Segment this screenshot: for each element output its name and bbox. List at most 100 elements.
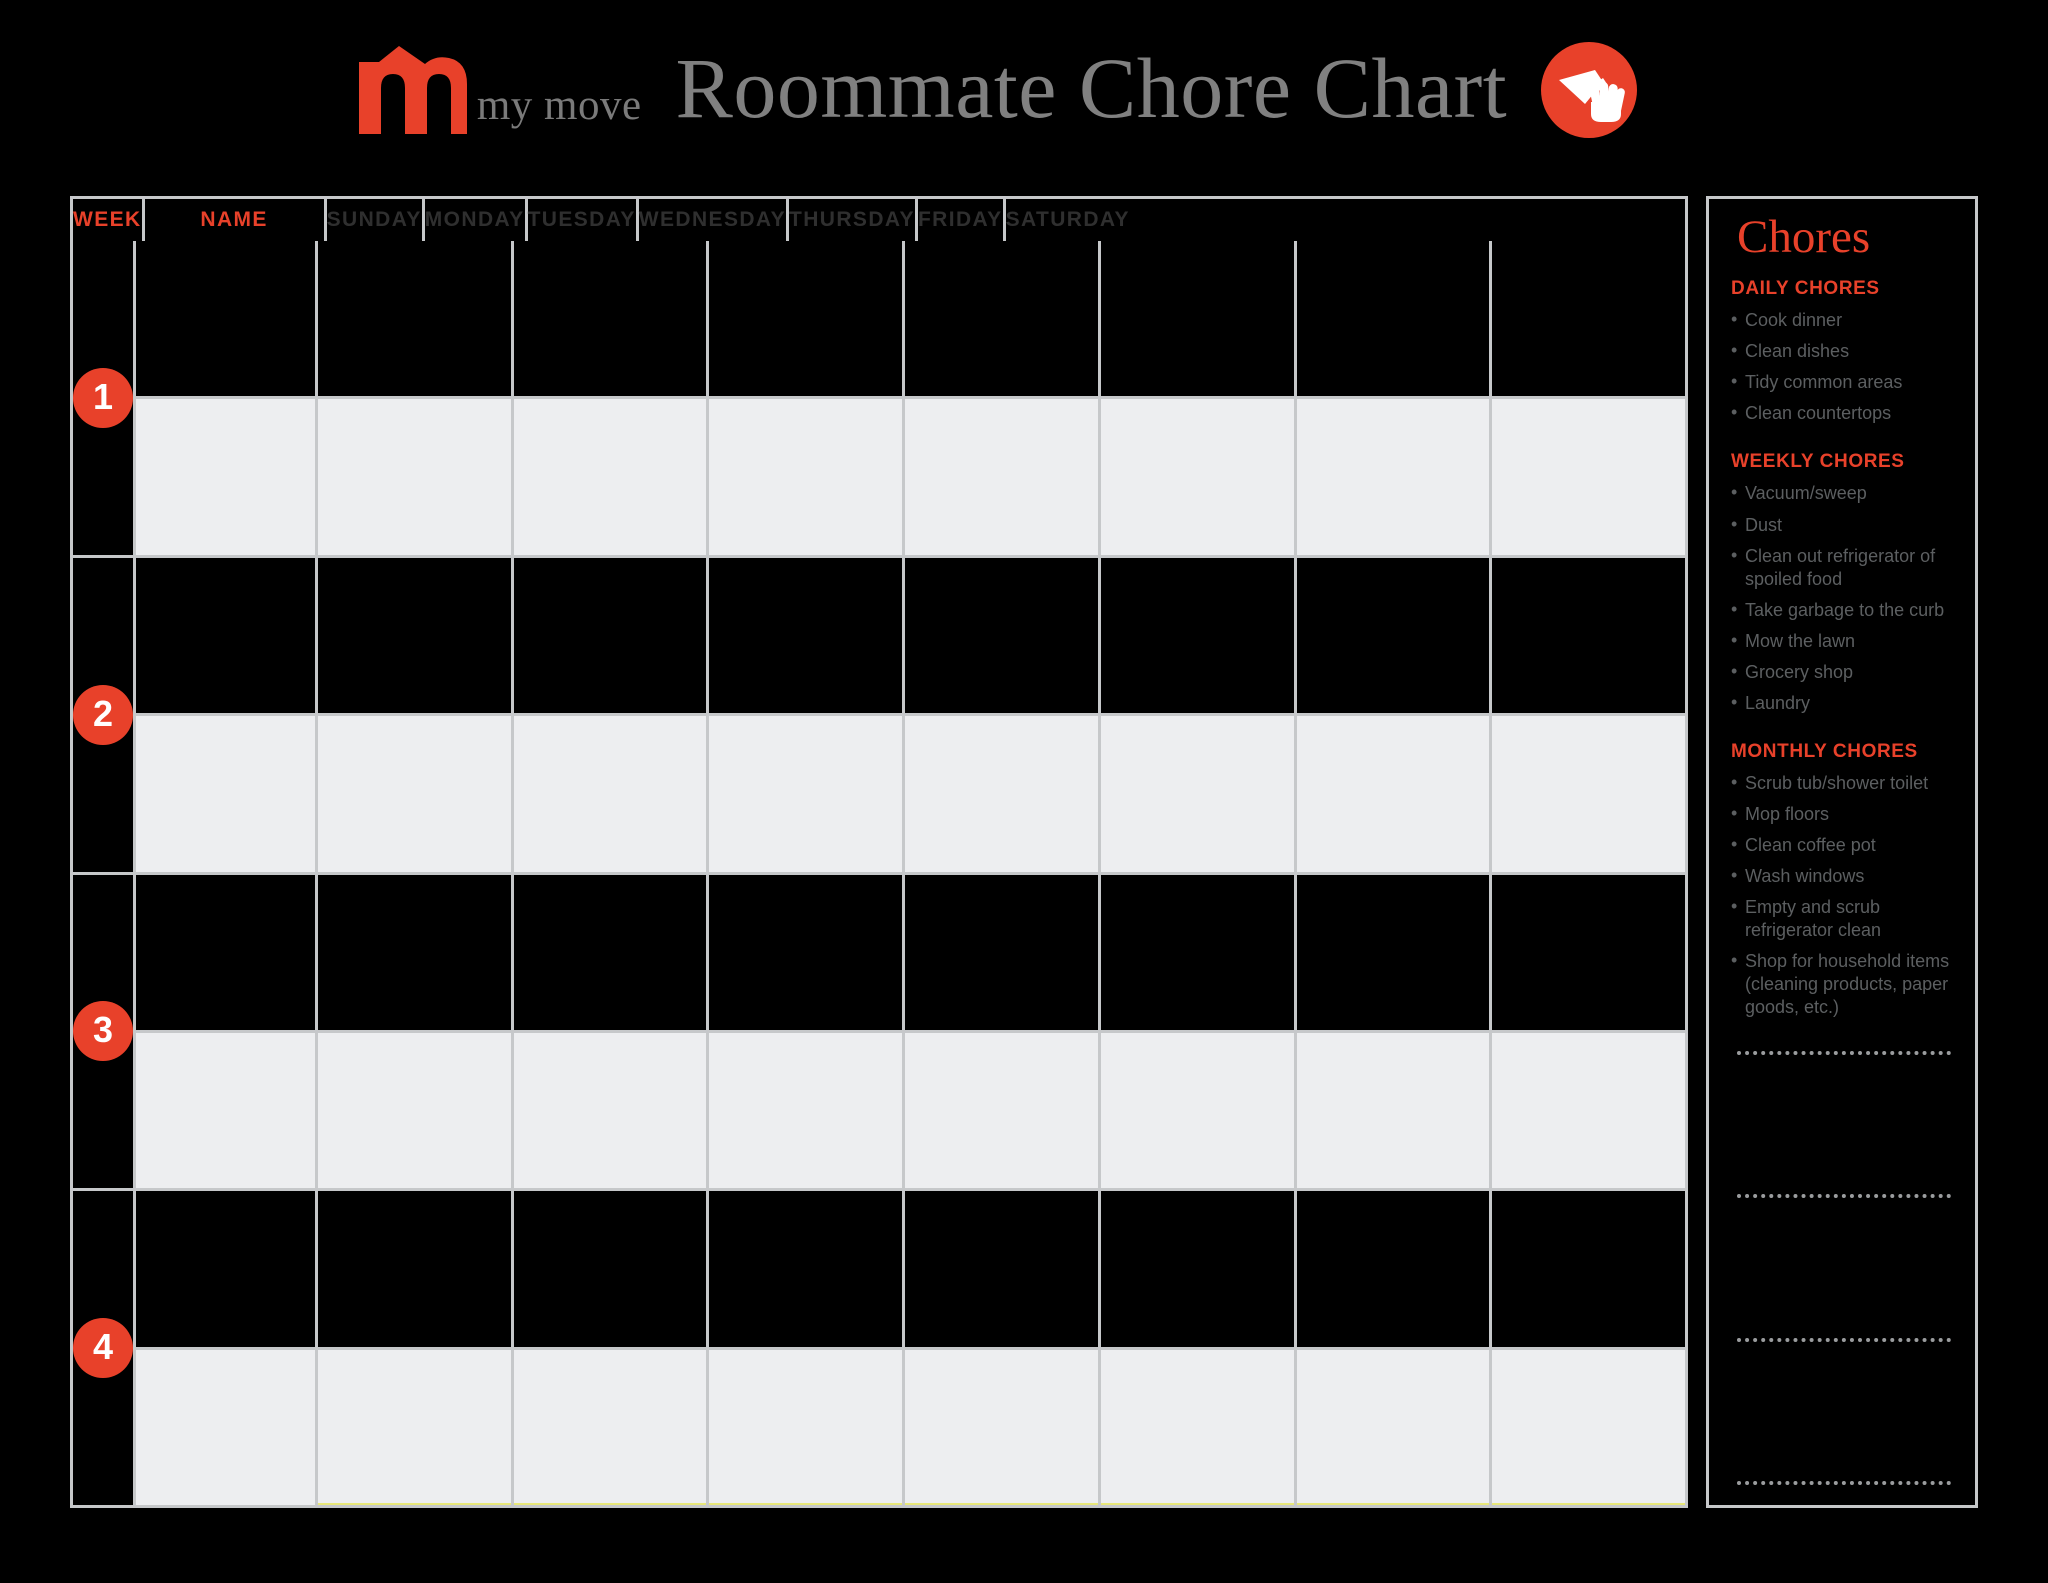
day-cell-thursday[interactable] <box>1100 557 1297 714</box>
chore-item: Wash windows <box>1731 864 1957 888</box>
day-cell-monday[interactable] <box>513 399 710 555</box>
page-title: Roommate Chore Chart <box>675 40 1508 136</box>
day-cell-saturday[interactable] <box>1492 1191 1686 1347</box>
chore-item: Take garbage to the curb <box>1731 598 1957 622</box>
m-logo-icon <box>355 44 471 136</box>
day-cell-tuesday[interactable] <box>709 399 906 555</box>
day-cell-monday[interactable] <box>513 1349 710 1506</box>
day-cell-monday[interactable] <box>513 1191 710 1347</box>
column-header-saturday: SATURDAY <box>1005 199 1130 241</box>
day-cell-sunday[interactable] <box>318 1349 514 1506</box>
chore-group-title: MONTHLY CHORES <box>1731 740 1918 762</box>
chore-item: Laundry <box>1731 691 1957 715</box>
day-cell-saturday[interactable] <box>1492 241 1686 397</box>
day-cell-sunday[interactable] <box>318 241 514 397</box>
chores-heading: Chores <box>1737 211 1871 263</box>
week-subrow-dark <box>136 557 1686 717</box>
chore-group-title: WEEKLY CHORES <box>1731 451 1905 473</box>
day-cell-thursday[interactable] <box>1100 874 1297 1030</box>
day-cell-friday[interactable] <box>1296 1191 1493 1347</box>
day-cell-friday[interactable] <box>1296 716 1493 872</box>
week-block: 3 <box>73 874 1686 1192</box>
chore-item: Vacuum/sweep <box>1731 481 1957 505</box>
name-cell[interactable] <box>136 716 318 872</box>
week-number-cell: 1 <box>73 241 136 555</box>
day-cell-monday[interactable] <box>513 716 710 872</box>
blank-line[interactable] <box>1737 1337 1951 1342</box>
day-cell-sunday[interactable] <box>318 716 514 872</box>
name-cell[interactable] <box>136 874 318 1030</box>
day-cell-saturday[interactable] <box>1492 874 1686 1030</box>
chore-item: Dust <box>1731 512 1957 537</box>
day-cell-friday[interactable] <box>1296 1349 1493 1506</box>
day-cell-saturday[interactable] <box>1492 1349 1686 1506</box>
day-cell-wednesday[interactable] <box>905 399 1101 555</box>
day-cell-wednesday[interactable] <box>905 1191 1101 1347</box>
chore-item: Tidy common areas <box>1731 370 1957 394</box>
week-number-cell: 4 <box>73 1191 136 1505</box>
name-cell[interactable] <box>136 241 318 397</box>
day-cell-tuesday[interactable] <box>709 241 906 397</box>
day-cell-thursday[interactable] <box>1100 241 1297 397</box>
day-cell-saturday[interactable] <box>1492 1032 1686 1189</box>
grid-header-row: WEEK NAME SUNDAY MONDAY TUESDAY WEDNESDA… <box>73 199 1685 241</box>
day-cell-tuesday[interactable] <box>709 1191 906 1347</box>
day-cell-saturday[interactable] <box>1492 716 1686 872</box>
chore-item: Empty and scrub refrigerator clean <box>1731 895 1957 942</box>
day-cell-tuesday[interactable] <box>709 557 906 714</box>
day-cell-friday[interactable] <box>1296 874 1493 1030</box>
day-cell-friday[interactable] <box>1296 557 1493 714</box>
week-subrow-light <box>136 1032 1686 1189</box>
day-cell-wednesday[interactable] <box>905 1349 1101 1506</box>
day-cell-wednesday[interactable] <box>905 557 1101 714</box>
chore-list-daily: Cook dinner Clean dishes Tidy common are… <box>1731 308 1957 425</box>
chore-list-monthly: Scrub tub/shower toilet Mop floors Clean… <box>1731 771 1957 1019</box>
day-cell-wednesday[interactable] <box>905 716 1101 872</box>
page-header: my move Roommate Chore Chart <box>0 0 2048 180</box>
name-cell[interactable] <box>136 1349 318 1505</box>
week-body <box>136 557 1686 872</box>
column-header-tuesday: TUESDAY <box>527 199 639 241</box>
day-cell-saturday[interactable] <box>1492 399 1686 555</box>
day-cell-friday[interactable] <box>1296 1032 1493 1189</box>
day-cell-sunday[interactable] <box>318 1191 514 1347</box>
week-body <box>136 874 1686 1189</box>
day-cell-monday[interactable] <box>513 874 710 1030</box>
day-cell-tuesday[interactable] <box>709 874 906 1030</box>
day-cell-monday[interactable] <box>513 241 710 397</box>
day-cell-tuesday[interactable] <box>709 1349 906 1506</box>
day-cell-thursday[interactable] <box>1100 716 1297 872</box>
day-cell-tuesday[interactable] <box>709 1032 906 1189</box>
day-cell-thursday[interactable] <box>1100 399 1297 555</box>
name-cell[interactable] <box>136 1032 318 1189</box>
week-subrow-light <box>136 1349 1686 1506</box>
day-cell-sunday[interactable] <box>318 874 514 1030</box>
week-block: 1 <box>73 241 1686 558</box>
day-cell-sunday[interactable] <box>318 557 514 714</box>
name-cell[interactable] <box>136 1191 318 1347</box>
day-cell-sunday[interactable] <box>318 1032 514 1189</box>
day-cell-thursday[interactable] <box>1100 1349 1297 1506</box>
day-cell-saturday[interactable] <box>1492 557 1686 714</box>
day-cell-thursday[interactable] <box>1100 1032 1297 1189</box>
day-cell-monday[interactable] <box>513 557 710 714</box>
day-cell-sunday[interactable] <box>318 399 514 555</box>
day-cell-friday[interactable] <box>1296 241 1493 397</box>
day-cell-tuesday[interactable] <box>709 716 906 872</box>
day-cell-friday[interactable] <box>1296 399 1493 555</box>
name-cell[interactable] <box>136 557 318 714</box>
header-inner: my move Roommate Chore Chart <box>355 40 1638 138</box>
chore-group-monthly: MONTHLY CHORES Scrub tub/shower toilet M… <box>1731 741 1957 1027</box>
day-cell-wednesday[interactable] <box>905 241 1101 397</box>
day-cell-wednesday[interactable] <box>905 874 1101 1030</box>
blank-line[interactable] <box>1737 1051 1951 1055</box>
day-cell-thursday[interactable] <box>1100 1191 1297 1347</box>
week-number-badge: 1 <box>73 367 133 428</box>
chore-item: Mow the lawn <box>1731 629 1957 653</box>
day-cell-monday[interactable] <box>513 1032 710 1189</box>
blank-line[interactable] <box>1737 1480 1951 1485</box>
name-cell[interactable] <box>136 399 318 555</box>
column-header-name: NAME <box>144 199 327 241</box>
day-cell-wednesday[interactable] <box>905 1032 1101 1189</box>
blank-line[interactable] <box>1737 1194 1951 1199</box>
